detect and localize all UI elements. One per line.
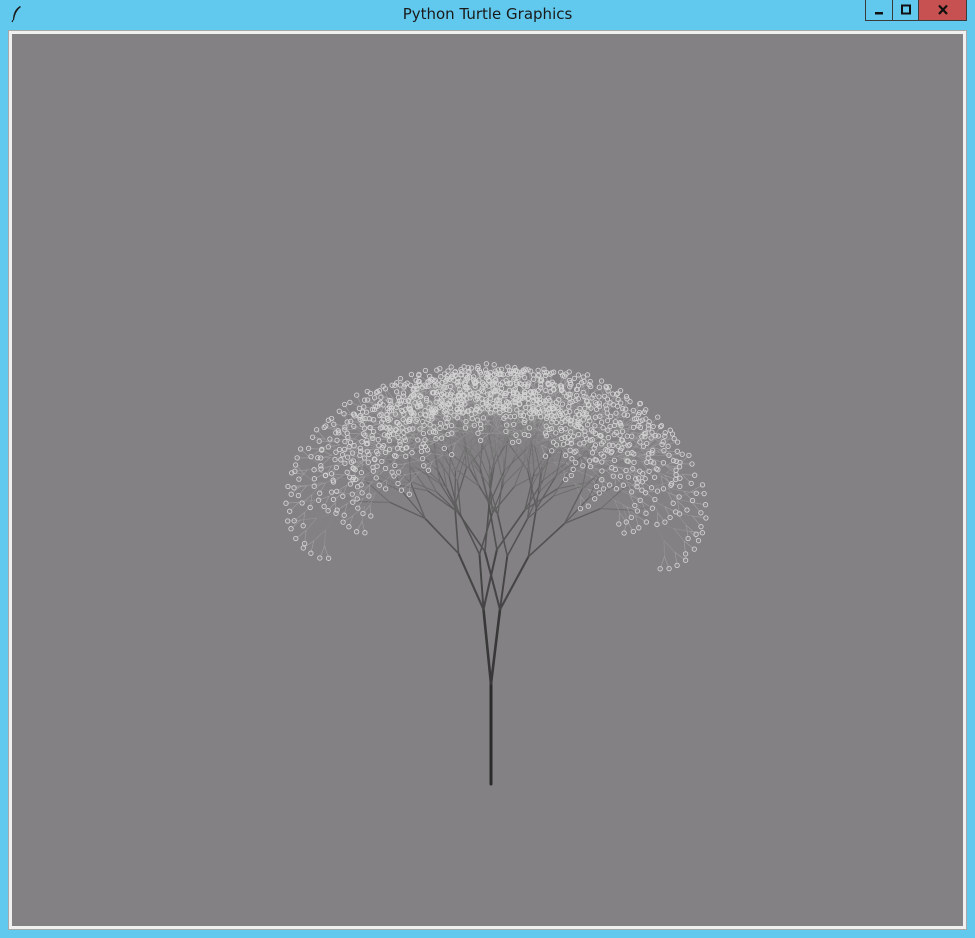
tree-branch — [497, 513, 509, 557]
tree-branch — [663, 540, 676, 553]
tree-branch — [309, 457, 324, 468]
tree-branch — [338, 432, 349, 440]
tree-branch — [483, 550, 502, 611]
tree-branch — [614, 499, 621, 514]
tree-branch — [482, 548, 498, 611]
tree-branch — [514, 435, 520, 458]
tree-branch — [394, 464, 418, 469]
tree-branch — [629, 494, 636, 506]
app-window: Python Turtle Graphics — [0, 0, 975, 938]
tree-branch — [673, 528, 685, 542]
tree-branch — [446, 445, 459, 457]
maximize-icon — [900, 4, 911, 15]
tree-branch — [383, 458, 398, 460]
tree-branch — [401, 491, 426, 520]
tree-branch — [496, 431, 501, 455]
tree-branch — [313, 529, 326, 542]
tree-branch — [422, 453, 432, 459]
maximize-button[interactable] — [892, 0, 919, 21]
tree-branch — [361, 506, 366, 522]
tree-branch — [305, 517, 317, 531]
turtle-canvas[interactable] — [12, 34, 963, 926]
window-controls — [865, 0, 967, 21]
tree-branch — [608, 470, 630, 473]
tree-branch — [503, 441, 512, 461]
fractal-tree-drawing — [283, 361, 709, 786]
tree-branch — [647, 472, 667, 483]
tree-branch — [304, 499, 316, 513]
tree-branch — [513, 461, 525, 488]
tree-branch — [553, 461, 567, 464]
minimize-icon — [875, 12, 883, 15]
tree-branch — [614, 499, 628, 508]
close-button[interactable] — [919, 0, 967, 21]
window-client-area — [8, 30, 967, 930]
tree-branch — [454, 468, 467, 506]
tree-branch — [358, 500, 391, 503]
tree-branch — [369, 504, 372, 517]
tree-branch — [424, 517, 460, 555]
tree-branch — [489, 608, 502, 686]
tree-branch — [651, 499, 666, 508]
tree-branch — [304, 473, 318, 485]
tree-branch — [488, 460, 491, 486]
tree-branch — [324, 529, 326, 547]
tree-branch — [657, 512, 666, 523]
tree-branch — [457, 511, 486, 553]
feather-icon — [9, 5, 25, 23]
tree-branch — [656, 498, 677, 507]
tree-branch — [322, 475, 343, 483]
tree-branch — [327, 502, 336, 512]
minimize-button[interactable] — [865, 0, 892, 21]
tree-branch — [483, 442, 490, 462]
close-icon — [937, 4, 948, 15]
tree-branch — [496, 453, 503, 482]
tree-branch — [563, 507, 602, 525]
title-bar[interactable]: Python Turtle Graphics — [0, 0, 975, 29]
tree-branch — [506, 517, 529, 557]
window-title: Python Turtle Graphics — [402, 5, 573, 23]
tree-branch — [563, 497, 590, 525]
tree-branch — [482, 608, 493, 686]
tree-branch — [300, 517, 317, 521]
tree-branch — [577, 470, 592, 477]
